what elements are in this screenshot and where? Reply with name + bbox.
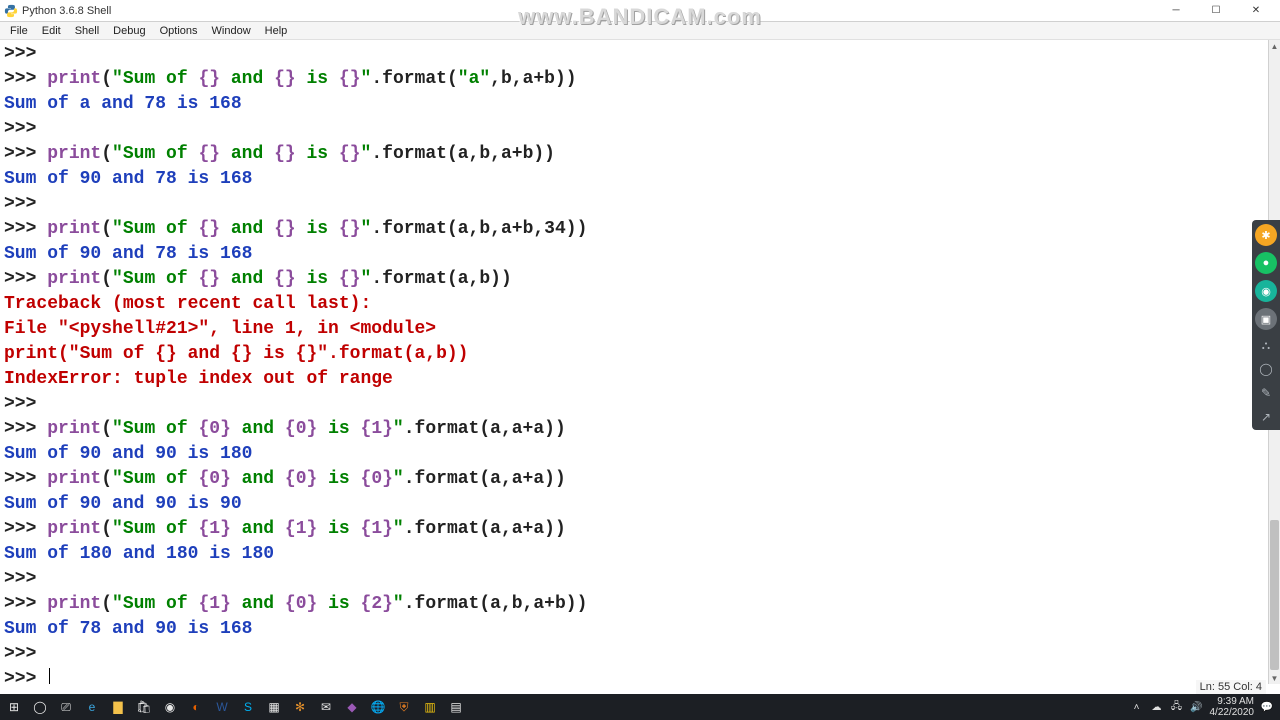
task-view-icon[interactable]: ⎚ bbox=[54, 696, 78, 718]
shell-output[interactable]: >>> >>> print("Sum of {} and {} is {}".f… bbox=[0, 40, 1268, 684]
shell-line: >>> print("Sum of {} and {} is {}".forma… bbox=[4, 142, 1264, 167]
recorder-users-icon[interactable]: ⛬ bbox=[1257, 336, 1275, 354]
mail-icon[interactable]: ✉ bbox=[314, 696, 338, 718]
shell-line: >>> bbox=[4, 642, 1264, 667]
firefox-icon[interactable]: ◐ bbox=[184, 696, 208, 718]
idle-taskbar-icon[interactable]: ▤ bbox=[444, 696, 468, 718]
tray-volume-icon[interactable]: 🔊 bbox=[1190, 702, 1204, 713]
cortana-icon[interactable]: ◯ bbox=[28, 696, 52, 718]
menu-window[interactable]: Window bbox=[206, 24, 257, 38]
shell-line: IndexError: tuple index out of range bbox=[4, 367, 1264, 392]
recorder-camera-icon[interactable]: ▣ bbox=[1255, 308, 1277, 330]
maximize-button[interactable]: ☐ bbox=[1196, 0, 1236, 22]
shell-line: >>> print("Sum of {0} and {0} is {1}".fo… bbox=[4, 417, 1264, 442]
chrome-icon[interactable]: ◉ bbox=[158, 696, 182, 718]
shell-line: >>> print("Sum of {} and {} is {}".forma… bbox=[4, 67, 1264, 92]
shell-line: >>> bbox=[4, 192, 1264, 217]
menu-options[interactable]: Options bbox=[154, 24, 204, 38]
shell-line: Sum of 90 and 78 is 168 bbox=[4, 242, 1264, 267]
close-button[interactable]: ✕ bbox=[1236, 0, 1276, 22]
shell-line: >>> bbox=[4, 667, 1264, 684]
edge-icon[interactable]: e bbox=[80, 696, 104, 718]
shell-line: >>> print("Sum of {0} and {0} is {0}".fo… bbox=[4, 467, 1264, 492]
word-icon[interactable]: W bbox=[210, 696, 234, 718]
skype-icon[interactable]: S bbox=[236, 696, 260, 718]
globe-icon[interactable]: 🌐 bbox=[366, 696, 390, 718]
shell-line: Traceback (most recent call last): bbox=[4, 292, 1264, 317]
taskbar-date: 4/22/2020 bbox=[1210, 707, 1255, 718]
minimize-button[interactable]: ─ bbox=[1156, 0, 1196, 22]
taskbar: ⊞ ◯ ⎚ e ▇ 🛍 ◉ ◐ W S ▦ ✻ ✉ ◆ 🌐 ⛨ ▥ ▤ ˄ ☁ … bbox=[0, 694, 1280, 720]
shell-line: print("Sum of {} and {} is {}".format(a,… bbox=[4, 342, 1264, 367]
scroll-thumb[interactable] bbox=[1270, 520, 1279, 670]
menu-file[interactable]: File bbox=[4, 24, 34, 38]
shield-icon[interactable]: ⛨ bbox=[392, 696, 416, 718]
menubar: FileEditShellDebugOptionsWindowHelp bbox=[0, 22, 1280, 40]
menu-shell[interactable]: Shell bbox=[69, 24, 105, 38]
shell-line: Sum of 90 and 90 is 180 bbox=[4, 442, 1264, 467]
recorder-circle-icon[interactable]: ◯ bbox=[1257, 360, 1275, 378]
store-icon[interactable]: 🛍 bbox=[132, 696, 156, 718]
shell-line: Sum of 90 and 90 is 90 bbox=[4, 492, 1264, 517]
python-taskbar-icon[interactable]: ▥ bbox=[418, 696, 442, 718]
shell-line: >>> bbox=[4, 42, 1264, 67]
start-button[interactable]: ⊞ bbox=[2, 696, 26, 718]
notifications-icon[interactable]: 💬 bbox=[1260, 702, 1274, 713]
tray-cloud-icon[interactable]: ☁ bbox=[1150, 702, 1164, 713]
titlebar: Python 3.6.8 Shell ─ ☐ ✕ bbox=[0, 0, 1280, 22]
shell-line: Sum of a and 78 is 168 bbox=[4, 92, 1264, 117]
shell-line: >>> print("Sum of {1} and {1} is {1}".fo… bbox=[4, 517, 1264, 542]
recorder-pencil-icon[interactable]: ✎ bbox=[1257, 384, 1275, 402]
shell-line: >>> bbox=[4, 117, 1264, 142]
python-icon bbox=[4, 4, 18, 18]
statusbar: Ln: 55 Col: 4 bbox=[1196, 680, 1266, 694]
window-controls: ─ ☐ ✕ bbox=[1156, 0, 1276, 22]
shell-line: >>> print("Sum of {} and {} is {}".forma… bbox=[4, 217, 1264, 242]
shell-line: Sum of 180 and 180 is 180 bbox=[4, 542, 1264, 567]
tray-up-icon[interactable]: ˄ bbox=[1130, 702, 1144, 713]
shell-line: Sum of 90 and 78 is 168 bbox=[4, 167, 1264, 192]
app2-icon[interactable]: ◆ bbox=[340, 696, 364, 718]
shell-line: >>> bbox=[4, 392, 1264, 417]
scroll-up-icon[interactable]: ▲ bbox=[1269, 40, 1280, 52]
window-title: Python 3.6.8 Shell bbox=[22, 5, 111, 17]
recorder-mic-icon[interactable]: ● bbox=[1255, 252, 1277, 274]
file-explorer-icon[interactable]: ▇ bbox=[106, 696, 130, 718]
shell-line: >>> print("Sum of {1} and {0} is {2}".fo… bbox=[4, 592, 1264, 617]
shell-line: Sum of 78 and 90 is 168 bbox=[4, 617, 1264, 642]
recorder-chat-icon[interactable]: ◉ bbox=[1255, 280, 1277, 302]
menu-debug[interactable]: Debug bbox=[107, 24, 151, 38]
shell-line: >>> print("Sum of {} and {} is {}".forma… bbox=[4, 267, 1264, 292]
recorder-settings-icon[interactable]: ✱ bbox=[1255, 224, 1277, 246]
recorder-more-icon[interactable]: ↗ bbox=[1257, 408, 1275, 426]
recorder-toolbar: ✱ ● ◉ ▣ ⛬ ◯ ✎ ↗ bbox=[1252, 220, 1280, 430]
scroll-down-icon[interactable]: ▼ bbox=[1269, 672, 1280, 684]
shell-line: File "<pyshell#21>", line 1, in <module> bbox=[4, 317, 1264, 342]
shell-line: >>> bbox=[4, 567, 1264, 592]
menu-edit[interactable]: Edit bbox=[36, 24, 67, 38]
tray-network-icon[interactable]: 🖧 bbox=[1170, 699, 1184, 716]
app-icon[interactable]: ▦ bbox=[262, 696, 286, 718]
taskbar-time: 9:39 AM bbox=[1210, 696, 1255, 707]
gear-icon[interactable]: ✻ bbox=[288, 696, 312, 718]
menu-help[interactable]: Help bbox=[259, 24, 294, 38]
